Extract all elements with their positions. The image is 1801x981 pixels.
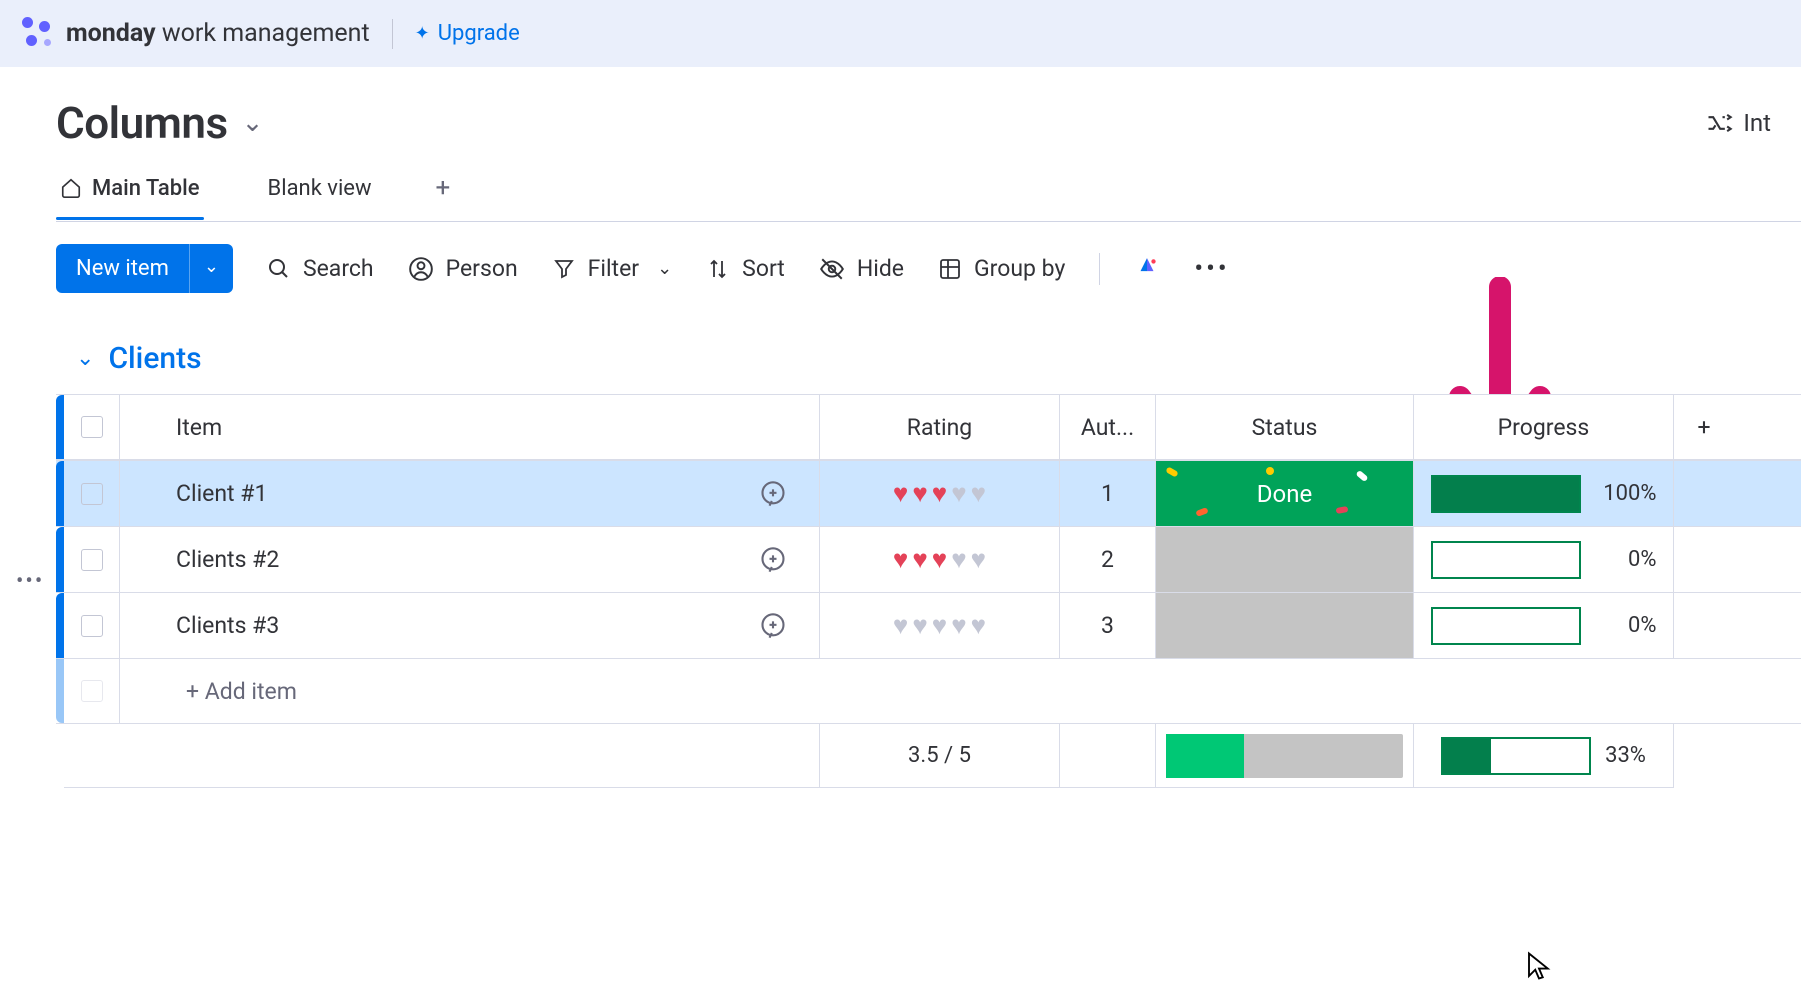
- item-name-cell[interactable]: Clients #3: [120, 593, 820, 658]
- upgrade-button[interactable]: ✦ Upgrade: [415, 21, 520, 46]
- progress-cell[interactable]: 0%: [1414, 527, 1674, 592]
- table-row[interactable]: Clients #3 ♥♥♥♥♥ 3 0%: [56, 592, 1801, 658]
- progress-bar: [1431, 607, 1581, 645]
- person-filter-button[interactable]: Person: [408, 255, 518, 282]
- row-checkbox[interactable]: [64, 527, 120, 592]
- new-item-label: New item: [56, 244, 189, 293]
- auto-number-cell: 3: [1060, 593, 1156, 658]
- rating-cell[interactable]: ♥♥♥♥♥: [820, 593, 1060, 658]
- integrate-button[interactable]: Int: [1705, 109, 1771, 137]
- person-icon: [408, 256, 434, 282]
- new-item-button[interactable]: New item ⌄: [56, 244, 233, 293]
- summary-row: 3.5 / 5 33%: [64, 724, 1801, 788]
- rating-cell[interactable]: ♥♥♥♥♥: [820, 527, 1060, 592]
- auto-number-cell: 1: [1060, 461, 1156, 526]
- row-checkbox[interactable]: [64, 593, 120, 658]
- tab-label: Blank view: [268, 176, 372, 201]
- ai-icon: [1134, 256, 1160, 282]
- progress-cell[interactable]: 0%: [1414, 593, 1674, 658]
- table-row[interactable]: Client #1 ♥♥♥♥♥ 1 Done: [56, 460, 1801, 526]
- integrate-label: Int: [1743, 109, 1771, 137]
- upgrade-label: Upgrade: [438, 21, 520, 46]
- filter-icon: [552, 257, 576, 281]
- chevron-down-icon: ⌄: [76, 346, 94, 371]
- groupby-icon: [938, 257, 962, 281]
- add-view-button[interactable]: +: [436, 173, 451, 221]
- hide-icon: [819, 256, 845, 282]
- rating-summary: 3.5 / 5: [820, 724, 1060, 788]
- board-title: Columns: [56, 97, 228, 149]
- cursor-icon: [1526, 951, 1552, 981]
- sparkle-icon: ✦: [415, 23, 430, 44]
- auto-number-cell: 2: [1060, 527, 1156, 592]
- brand-text: monday work management: [66, 19, 370, 48]
- divider: [392, 19, 393, 49]
- chevron-down-icon: ⌄: [242, 108, 264, 138]
- progress-bar: [1431, 475, 1581, 513]
- progress-cell[interactable]: 100%: [1414, 461, 1674, 526]
- column-header-progress[interactable]: Progress: [1414, 395, 1674, 459]
- topbar: monday work management ✦ Upgrade: [0, 0, 1801, 67]
- conversation-icon[interactable]: [759, 546, 787, 574]
- add-column-button[interactable]: +: [1674, 395, 1734, 459]
- sort-icon: [706, 257, 730, 281]
- view-tabs: Main Table Blank view +: [56, 173, 1801, 222]
- progress-bar: [1431, 541, 1581, 579]
- hide-button[interactable]: Hide: [819, 255, 904, 282]
- search-icon: [267, 257, 291, 281]
- row-options-button[interactable]: •••: [16, 569, 44, 594]
- select-all-checkbox[interactable]: [64, 395, 120, 459]
- new-item-dropdown[interactable]: ⌄: [189, 244, 233, 293]
- groupby-button[interactable]: Group by: [938, 255, 1065, 282]
- group-name: Clients: [108, 341, 201, 376]
- column-header-rating[interactable]: Rating: [820, 395, 1060, 459]
- brand-logo[interactable]: monday work management: [18, 15, 370, 53]
- column-header-status[interactable]: Status: [1156, 395, 1414, 459]
- monday-logo-icon: [18, 15, 56, 53]
- item-name-cell[interactable]: Client #1: [120, 461, 820, 526]
- tab-label: Main Table: [92, 176, 200, 201]
- board-title-button[interactable]: Columns ⌄: [56, 97, 263, 149]
- filter-button[interactable]: Filter ⌄: [552, 255, 673, 282]
- add-item-label[interactable]: + Add item: [120, 659, 820, 723]
- tab-blank-view[interactable]: Blank view: [264, 176, 376, 219]
- item-name-cell[interactable]: Clients #2: [120, 527, 820, 592]
- home-icon: [60, 177, 82, 199]
- status-cell[interactable]: [1156, 593, 1414, 658]
- divider: [1099, 253, 1100, 285]
- header-row: Item Rating Aut... Status Progress +: [56, 394, 1801, 460]
- add-item-row[interactable]: + Add item: [56, 658, 1801, 724]
- status-cell[interactable]: [1156, 527, 1414, 592]
- data-grid: ••• Item Rating Aut... Status Progress +…: [56, 394, 1801, 788]
- column-header-item[interactable]: Item: [120, 395, 820, 459]
- status-summary: [1156, 724, 1414, 788]
- group-color-bar: [56, 395, 64, 459]
- search-button[interactable]: Search: [267, 255, 374, 282]
- integrate-icon: [1705, 109, 1733, 137]
- column-header-auto[interactable]: Aut...: [1060, 395, 1156, 459]
- progress-summary: 33%: [1414, 724, 1674, 788]
- conversation-icon[interactable]: [759, 480, 787, 508]
- sort-button[interactable]: Sort: [706, 255, 785, 282]
- status-cell[interactable]: Done: [1156, 461, 1414, 526]
- table-row[interactable]: Clients #2 ♥♥♥♥♥ 2 0%: [56, 526, 1801, 592]
- rating-cell[interactable]: ♥♥♥♥♥: [820, 461, 1060, 526]
- ai-assistant-button[interactable]: [1134, 256, 1160, 282]
- conversation-icon[interactable]: [759, 612, 787, 640]
- row-checkbox[interactable]: [64, 461, 120, 526]
- tab-main-table[interactable]: Main Table: [56, 176, 204, 219]
- chevron-down-icon: ⌄: [657, 258, 672, 279]
- more-options-button[interactable]: •••: [1194, 254, 1229, 284]
